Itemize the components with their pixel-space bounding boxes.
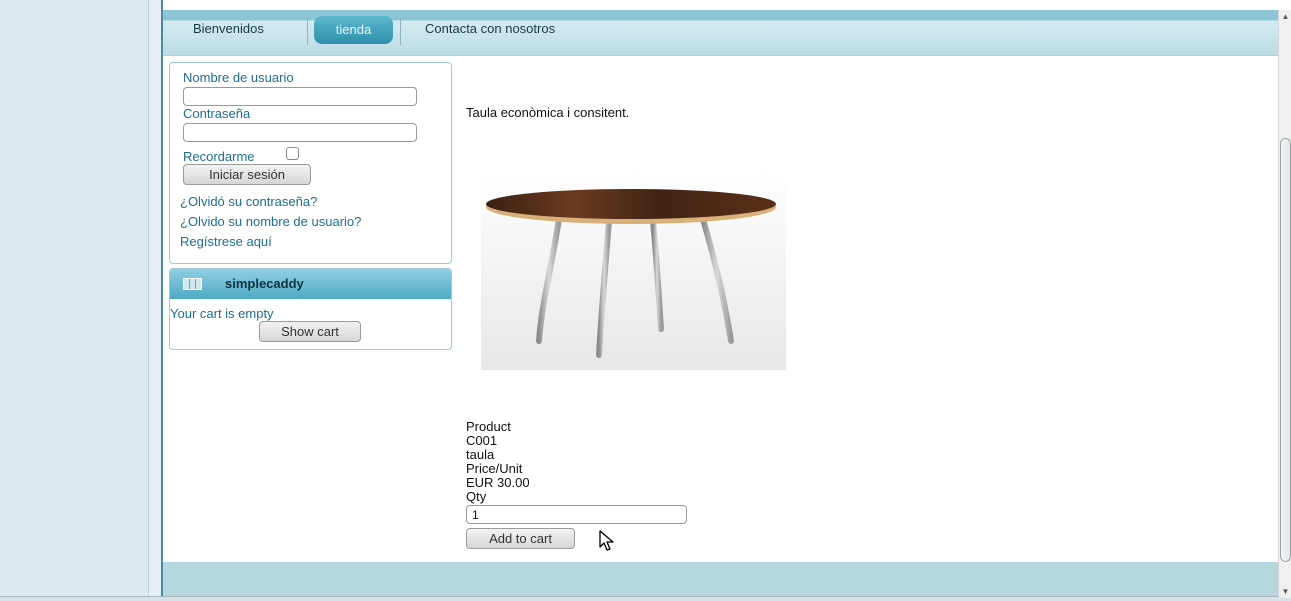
content-border — [161, 0, 163, 601]
password-label: Contraseña — [183, 106, 251, 121]
remember-label: Recordarme — [183, 149, 255, 164]
register-link[interactable]: Regístrese aquí — [180, 234, 272, 249]
product-code: C001 — [466, 433, 498, 448]
product-description: Taula econòmica i consitent. — [466, 105, 630, 120]
cart-empty-text: Your cart is empty — [170, 306, 274, 321]
username-input[interactable] — [183, 87, 417, 106]
product-name: taula — [466, 447, 495, 462]
nav-item-bienvenidos[interactable]: Bienvenidos — [193, 21, 264, 36]
scrollbar-thumb[interactable] — [1280, 138, 1291, 562]
qty-label: Qty — [466, 489, 487, 504]
footer-bar — [163, 562, 1278, 598]
table-icon — [183, 278, 202, 290]
nav-separator — [400, 17, 401, 45]
nav-separator — [307, 17, 308, 45]
scroll-down-icon[interactable]: ▼ — [1279, 585, 1291, 598]
forgot-password-link[interactable]: ¿Olvidó su contraseña? — [180, 194, 317, 209]
cart-module-header: simplecaddy — [170, 269, 451, 299]
nav-item-tienda[interactable]: tienda — [314, 16, 393, 44]
scroll-up-icon[interactable]: ▲ — [1279, 10, 1291, 23]
round-table-image — [481, 169, 786, 370]
vertical-scrollbar[interactable]: ▲ ▼ — [1278, 10, 1291, 598]
mouse-cursor-icon — [599, 530, 614, 551]
forgot-username-link[interactable]: ¿Olvido su nombre de usuario? — [180, 214, 361, 229]
left-gutter — [0, 0, 148, 601]
username-label: Nombre de usuario — [183, 70, 294, 85]
horizontal-scrollbar[interactable] — [0, 596, 1291, 601]
login-button[interactable]: Iniciar sesión — [183, 164, 311, 185]
product-price: EUR 30.00 — [466, 475, 530, 490]
remember-checkbox[interactable] — [286, 147, 299, 160]
product-label: Product — [466, 419, 511, 434]
add-to-cart-button[interactable]: Add to cart — [466, 528, 575, 549]
price-label: Price/Unit — [466, 461, 523, 476]
cart-module-title: simplecaddy — [225, 276, 304, 291]
top-strip — [163, 0, 1278, 10]
show-cart-button[interactable]: Show cart — [259, 321, 361, 342]
gutter-edge — [148, 0, 162, 601]
qty-input[interactable] — [466, 505, 687, 524]
password-input[interactable] — [183, 123, 417, 142]
nav-item-contacta[interactable]: Contacta con nosotros — [425, 21, 555, 36]
